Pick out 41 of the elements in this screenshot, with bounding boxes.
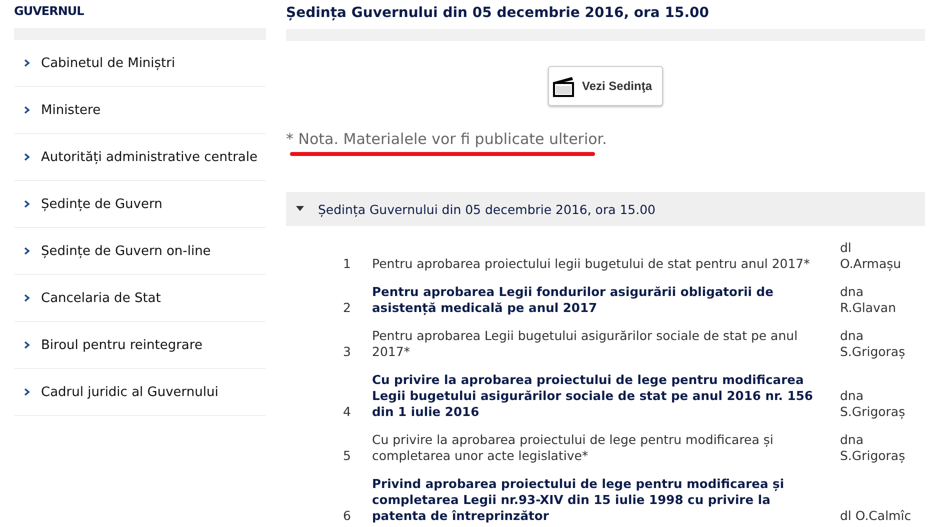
note-text: * Nota. Materialele vor fi publicate ulterior. bbox=[286, 130, 608, 148]
watch-button[interactable]: Vezi Sedinţa bbox=[548, 66, 664, 106]
caret-icon bbox=[296, 206, 304, 212]
sidebar-item[interactable]: Cancelaria de Stat bbox=[14, 275, 266, 322]
speaker-name: dna S.Grigoraș bbox=[840, 328, 906, 360]
chevron-icon bbox=[24, 106, 30, 114]
chevron-icon bbox=[24, 247, 30, 255]
agenda-item: Cu privire la aprobarea proiectului de lege pentru modificarea și completarea unor acte legislative* bbox=[372, 432, 774, 464]
item-number: 2 bbox=[342, 300, 352, 316]
speaker-name: dna R.Glavan bbox=[840, 284, 898, 316]
chevron-icon bbox=[24, 153, 30, 161]
item-number: 3 bbox=[342, 344, 352, 360]
sidebar-item[interactable]: Cadrul juridic al Guvernului bbox=[14, 369, 266, 416]
chevron-icon bbox=[24, 200, 30, 208]
sidebar-item[interactable]: Cabinetul de Miniștri bbox=[14, 40, 266, 87]
chevron-icon bbox=[24, 388, 30, 396]
agenda-item: Pentru aprobarea Legii fondurilor asigurării obligatorii de asistență medicală pe anul 2017 bbox=[372, 284, 774, 316]
sidebar-item[interactable]: Ministere bbox=[14, 87, 266, 134]
speaker-name: dna S.Grigoraș bbox=[840, 388, 906, 420]
clapperboard-icon bbox=[552, 75, 575, 97]
agenda-item: Pentru aprobarea Legii bugetului asigurărilor sociale de stat pe anul 2017* bbox=[372, 328, 799, 360]
chevron-icon bbox=[24, 294, 30, 302]
page-title: Ședința Guvernului din 05 decembrie 2016, ora 15.00 bbox=[286, 4, 710, 23]
speaker-name: dl O.Calmîc bbox=[840, 508, 912, 524]
item-number: 4 bbox=[342, 404, 352, 420]
item-number: 5 bbox=[342, 448, 352, 464]
agenda-item: Cu privire la aprobarea proiectului de lege pentru modificarea Legii bugetului asigurărilor sociale de stat pe anul 2016 nr. 156 din 1 iulie 2016 bbox=[372, 372, 814, 420]
sidebar-title: GUVERNUL bbox=[14, 3, 85, 20]
sidebar-item[interactable]: Ședințe de Guvern on-line bbox=[14, 228, 266, 275]
item-number: 1 bbox=[342, 256, 352, 272]
speaker-name: dna S.Grigoraș bbox=[840, 432, 906, 464]
item-number: 6 bbox=[342, 508, 352, 524]
agenda-item: Pentru aprobarea proiectului legii bugetului de stat pentru anul 2017* bbox=[372, 256, 811, 272]
chevron-icon bbox=[24, 341, 30, 349]
section-header[interactable]: Ședința Guvernului din 05 decembrie 2016, ora 15.00 bbox=[286, 192, 925, 226]
speaker-name: dl O.Armașu bbox=[840, 240, 902, 272]
chevron-icon bbox=[24, 59, 30, 67]
agenda-item: Privind aprobarea proiectului de lege pentru modificarea și completarea Legii nr.93-XIV din 15 iulie 1998 cu privire la patenta de întreprinzător bbox=[372, 476, 786, 524]
sidebar-item[interactable]: Biroul pentru reintegrare bbox=[14, 322, 266, 369]
sidebar-item[interactable]: Autorități administrative centrale bbox=[14, 134, 266, 181]
sidebar-item[interactable]: Ședințe de Guvern bbox=[14, 181, 266, 228]
